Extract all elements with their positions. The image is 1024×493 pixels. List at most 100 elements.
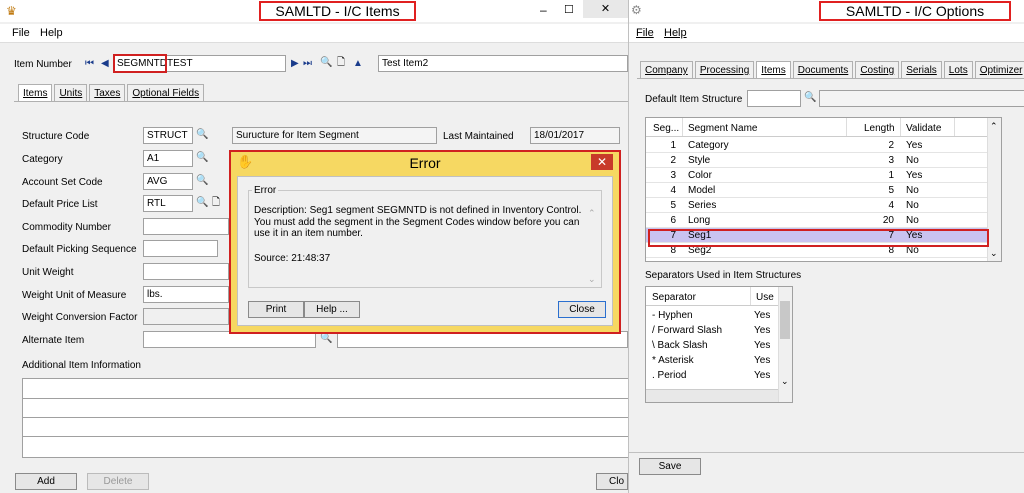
tab-panel-border bbox=[637, 78, 1024, 79]
next-record-icon[interactable]: ▶ bbox=[291, 58, 299, 70]
segment-name: Style bbox=[688, 155, 711, 166]
segment-row[interactable]: 5 Series 4 No bbox=[646, 198, 987, 213]
separator-row[interactable]: * Asterisk Yes bbox=[646, 353, 778, 368]
segment-validate: No bbox=[906, 185, 919, 196]
commodity-input[interactable] bbox=[143, 218, 229, 235]
segment-row[interactable]: 4 Model 5 No bbox=[646, 183, 987, 198]
tab-optional-fields[interactable]: Optional Fields bbox=[127, 84, 205, 102]
menu-file[interactable]: File bbox=[12, 27, 30, 39]
account-set-label: Account Set Code bbox=[22, 177, 103, 188]
segment-validate: Yes bbox=[906, 170, 923, 181]
separators-grid[interactable]: Separator Use - Hyphen Yes / Forward Slash… bbox=[645, 286, 793, 403]
error-scroll-down-icon[interactable]: ⌄ bbox=[588, 273, 596, 285]
error-dialog-close-x[interactable]: ✕ bbox=[591, 154, 613, 170]
close-window-button[interactable]: ✕ bbox=[583, 0, 628, 18]
weight-uom-label: Weight Unit of Measure bbox=[22, 290, 127, 301]
col-length: Length bbox=[864, 123, 895, 134]
tab-company[interactable]: Company bbox=[640, 61, 693, 79]
price-list-finder-icon[interactable]: 🔍 bbox=[196, 197, 208, 209]
print-button[interactable]: Print bbox=[248, 301, 304, 318]
tab-items[interactable]: Items bbox=[756, 61, 791, 79]
separator-row[interactable]: . Period Yes bbox=[646, 368, 778, 383]
menu-file[interactable]: File bbox=[636, 27, 654, 39]
segment-name: Series bbox=[688, 200, 717, 211]
last-record-icon[interactable]: ⏭ bbox=[303, 58, 312, 70]
default-structure-description bbox=[819, 90, 1024, 107]
price-list-label: Default Price List bbox=[22, 199, 98, 210]
delete-button: Delete bbox=[87, 473, 149, 490]
close-dialog-button[interactable]: Close bbox=[558, 301, 606, 318]
separators-scroll-thumb[interactable] bbox=[780, 301, 790, 339]
structure-code-label: Structure Code bbox=[22, 131, 90, 142]
menu-help[interactable]: Help bbox=[664, 27, 687, 39]
zoom-up-icon[interactable]: ▲ bbox=[353, 58, 363, 70]
separators-scrollbar[interactable]: ⌄ bbox=[778, 287, 792, 402]
segment-length: 4 bbox=[888, 200, 894, 211]
tab-lots[interactable]: Lots bbox=[943, 61, 973, 79]
error-scroll-up-icon[interactable]: ⌃ bbox=[588, 207, 596, 219]
segment-length: 3 bbox=[888, 155, 894, 166]
help-button[interactable]: Help ... bbox=[304, 301, 360, 318]
price-list-input[interactable]: RTL bbox=[143, 195, 193, 212]
error-dialog: ✋ Error ✕ Error Description: Seg1 segmen… bbox=[229, 150, 621, 334]
account-set-finder-icon[interactable]: 🔍 bbox=[196, 175, 208, 187]
separator-row[interactable]: \ Back Slash Yes bbox=[646, 338, 778, 353]
segments-col-line-4 bbox=[954, 118, 955, 136]
scroll-up-icon[interactable]: ⌃ bbox=[990, 120, 998, 132]
default-structure-finder-icon[interactable]: 🔍 bbox=[804, 92, 816, 104]
tab-serials[interactable]: Serials bbox=[901, 61, 942, 79]
options-tabs: Company Processing Items Documents Costi… bbox=[640, 61, 1024, 79]
category-input[interactable]: A1 bbox=[143, 150, 193, 167]
tab-costing[interactable]: Costing bbox=[855, 61, 900, 79]
segment-length: 1 bbox=[888, 170, 894, 181]
tab-processing[interactable]: Processing bbox=[694, 61, 755, 79]
segment-length: 5 bbox=[888, 185, 894, 196]
tab-items[interactable]: Items bbox=[18, 84, 53, 102]
gear-icon: ⚙ bbox=[631, 3, 642, 17]
segment-number: 6 bbox=[670, 215, 676, 226]
item-description-input[interactable]: Test Item2 bbox=[378, 55, 628, 72]
structure-finder-icon[interactable]: 🔍 bbox=[196, 129, 208, 141]
account-set-input[interactable]: AVG bbox=[143, 173, 193, 190]
separator-row[interactable]: / Forward Slash Yes bbox=[646, 323, 778, 338]
category-finder-icon[interactable]: 🔍 bbox=[196, 152, 208, 164]
separator-use: Yes bbox=[754, 370, 771, 381]
segment-validate: No bbox=[906, 200, 919, 211]
col-seg: Seg... bbox=[653, 123, 680, 134]
maximize-icon[interactable]: ☐ bbox=[564, 4, 574, 16]
segment-row[interactable]: 3 Color 1 Yes bbox=[646, 168, 987, 183]
close-button[interactable]: Clo bbox=[596, 473, 628, 490]
separators-hscrollbar[interactable] bbox=[646, 389, 778, 402]
tab-documents[interactable]: Documents bbox=[792, 61, 854, 79]
tab-units[interactable]: Units bbox=[54, 84, 88, 102]
first-record-icon[interactable]: ⏮ bbox=[85, 58, 94, 70]
segments-scrollbar[interactable]: ⌃ ⌄ bbox=[987, 118, 1001, 261]
new-document-icon[interactable]: 🗋 bbox=[337, 57, 345, 69]
picking-input[interactable] bbox=[143, 240, 218, 257]
segment-name: Long bbox=[688, 215, 711, 226]
additional-info-lines[interactable] bbox=[22, 378, 628, 458]
unit-weight-input[interactable] bbox=[143, 263, 229, 280]
segment-row[interactable]: 1 Category 2 Yes bbox=[646, 138, 987, 153]
previous-record-icon[interactable]: ◀ bbox=[101, 58, 109, 70]
price-list-new-icon[interactable]: 🗋 bbox=[212, 197, 220, 209]
alternate-finder-icon[interactable]: 🔍 bbox=[320, 333, 332, 345]
scroll-down-icon[interactable]: ⌄ bbox=[990, 247, 998, 259]
save-button[interactable]: Save bbox=[639, 458, 701, 475]
segment-name: Model bbox=[688, 185, 716, 196]
structure-code-input[interactable]: STRUCT bbox=[143, 127, 193, 144]
segment-row[interactable]: 6 Long 20 No bbox=[646, 213, 987, 228]
title-bar: ⚙ SAMLTD - I/C Options bbox=[629, 0, 1024, 22]
menu-help[interactable]: Help bbox=[40, 27, 63, 39]
add-button[interactable]: Add bbox=[15, 473, 77, 490]
annotation-seg1-highlight bbox=[648, 229, 989, 247]
separator-row[interactable]: - Hyphen Yes bbox=[646, 308, 778, 323]
minimize-icon[interactable]: – bbox=[540, 4, 547, 16]
weight-uom-input[interactable]: lbs. bbox=[143, 286, 229, 303]
default-structure-input[interactable] bbox=[747, 90, 801, 107]
scroll-down-icon[interactable]: ⌄ bbox=[781, 375, 789, 387]
segment-row[interactable]: 2 Style 3 No bbox=[646, 153, 987, 168]
finder-icon[interactable]: 🔍 bbox=[320, 57, 332, 69]
tab-taxes[interactable]: Taxes bbox=[89, 84, 126, 102]
tab-optimizer[interactable]: Optimizer bbox=[974, 61, 1024, 79]
